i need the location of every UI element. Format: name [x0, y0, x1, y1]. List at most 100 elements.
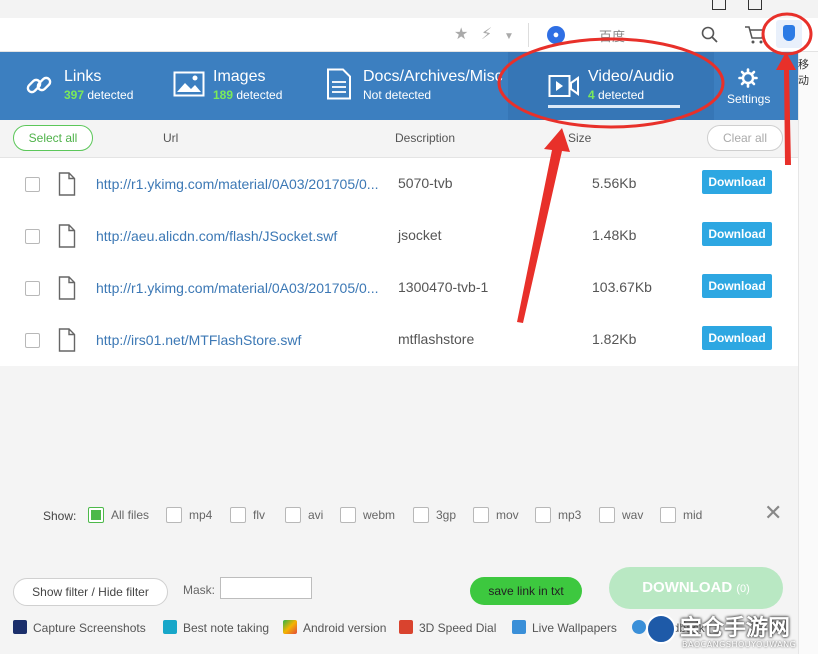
promo-link-label: Android version	[303, 621, 387, 635]
restore-window-icon[interactable]	[712, 0, 726, 10]
promo-link[interactable]: Live Wallpapers	[512, 620, 617, 638]
download-count: (0)	[736, 583, 750, 595]
star-icon[interactable]: ★	[454, 26, 468, 44]
file-url-link[interactable]: http://r1.ykimg.com/material/0A03/201705…	[96, 280, 378, 296]
table-row: http://r1.ykimg.com/material/0A03/201705…	[0, 262, 798, 314]
tab-video-audio[interactable]: Video/Audio 4 detected	[508, 52, 714, 120]
download-all-label: DOWNLOAD	[642, 579, 733, 596]
row-checkbox[interactable]	[25, 281, 40, 296]
show-hide-filter-button[interactable]: Show filter / Hide filter	[13, 578, 168, 606]
select-all-button[interactable]: Select all	[13, 125, 93, 151]
tab-images[interactable]: Images 189 detected	[160, 52, 310, 120]
close-icon[interactable]: ✕	[764, 502, 782, 524]
window-control-icon[interactable]	[748, 0, 762, 10]
row-checkbox[interactable]	[25, 333, 40, 348]
download-all-button[interactable]: DOWNLOAD (0)	[609, 567, 783, 609]
video-icon	[548, 75, 579, 97]
filter-label: flv	[253, 508, 265, 522]
filter-checkbox[interactable]	[166, 507, 182, 523]
tab-links-count-suffix: detected	[84, 88, 134, 102]
search-engine-box[interactable]: ● 百度	[528, 23, 728, 47]
watermark-text: 宝仓手游网	[680, 616, 791, 641]
row-checkbox[interactable]	[25, 177, 40, 192]
search-icon[interactable]	[701, 26, 719, 44]
note-app-icon	[163, 620, 177, 634]
promo-link-label: Capture Screenshots	[33, 621, 146, 635]
file-size: 1.82Kb	[592, 331, 637, 347]
clear-all-button[interactable]: Clear all	[707, 125, 783, 151]
column-header-url: Url	[163, 131, 179, 145]
file-size: 5.56Kb	[592, 175, 637, 191]
filter-checkbox[interactable]	[473, 507, 489, 523]
tab-links-label: Links	[64, 68, 102, 85]
column-header-size: Size	[568, 131, 592, 145]
file-size: 103.67Kb	[592, 279, 652, 295]
file-description: 5070-tvb	[398, 175, 453, 191]
feedback-icon	[632, 620, 646, 634]
filter-checkbox[interactable]	[535, 507, 551, 523]
cart-icon[interactable]	[744, 25, 766, 45]
window-titlebar	[0, 0, 818, 18]
file-url-link[interactable]: http://irs01.net/MTFlashStore.swf	[96, 332, 301, 348]
screen: ★ ⚡ ▼ ● 百度 移动 Links 397 detected Images …	[0, 0, 818, 654]
baidu-paw-icon: ●	[547, 26, 565, 44]
filter-checkbox[interactable]	[413, 507, 429, 523]
downloader-popup: Links 397 detected Images 189 detected D…	[0, 52, 798, 654]
gear-icon[interactable]	[738, 68, 758, 88]
tab-images-count: 189	[213, 88, 234, 102]
download-button[interactable]: Download	[702, 326, 772, 350]
tab-docs[interactable]: Docs/Archives/Misc Not detected	[320, 52, 503, 120]
file-url-link[interactable]: http://r1.ykimg.com/material/0A03/201705…	[96, 176, 378, 192]
watermark: 宝仓手游网 BAOCANGSHOUYOUWANG	[646, 610, 818, 654]
row-checkbox[interactable]	[25, 229, 40, 244]
settings-button[interactable]: Settings	[727, 92, 770, 106]
save-link-txt-button[interactable]: save link in txt	[470, 577, 582, 605]
file-size: 1.48Kb	[592, 227, 637, 243]
file-description: jsocket	[398, 227, 442, 243]
promo-link[interactable]: Capture Screenshots	[13, 620, 146, 638]
file-icon	[58, 224, 76, 248]
downloader-extension-button[interactable]	[776, 20, 802, 48]
tab-images-label: Images	[213, 68, 266, 85]
tab-images-count-suffix: detected	[233, 88, 283, 102]
column-header-description: Description	[395, 131, 456, 145]
filter-label: wav	[622, 508, 644, 522]
filter-label: mp3	[558, 508, 582, 522]
search-engine-name: 百度	[599, 30, 626, 45]
image-icon	[173, 71, 205, 97]
show-label: Show:	[43, 509, 77, 523]
filter-checkbox[interactable]	[230, 507, 246, 523]
speed-dial-icon	[399, 620, 413, 634]
file-icon	[58, 328, 76, 352]
filter-checkbox[interactable]	[88, 507, 104, 523]
mask-input[interactable]	[220, 577, 312, 599]
chevron-down-icon[interactable]: ▼	[504, 28, 514, 46]
tab-docs-label: Docs/Archives/Misc	[363, 68, 503, 85]
download-arrow-icon	[783, 25, 795, 41]
lightning-icon[interactable]: ⚡	[481, 26, 492, 44]
promo-link[interactable]: Best note taking	[163, 620, 269, 638]
download-button[interactable]: Download	[702, 222, 772, 246]
list-header: Select all Url Description Size Clear al…	[0, 120, 798, 158]
active-tab-indicator	[548, 105, 680, 108]
file-icon	[58, 276, 76, 300]
promo-link-label: 3D Speed Dial	[419, 621, 497, 635]
filter-checkbox[interactable]	[660, 507, 676, 523]
watermark-logo-icon	[646, 614, 676, 644]
filter-label: webm	[363, 508, 396, 522]
file-description: 1300470-tvb-1	[398, 279, 489, 295]
category-tabs: Links 397 detected Images 189 detected D…	[0, 52, 798, 120]
download-button[interactable]: Download	[702, 170, 772, 194]
filter-checkbox[interactable]	[599, 507, 615, 523]
filter-label: 3gp	[436, 508, 457, 522]
file-url-link[interactable]: http://aeu.alicdn.com/flash/JSocket.swf	[96, 228, 337, 244]
browser-toolbar: ★ ⚡ ▼ ● 百度	[0, 18, 818, 52]
tab-links[interactable]: Links 397 detected	[0, 52, 150, 120]
promo-link[interactable]: 3D Speed Dial	[399, 620, 496, 638]
table-row: http://aeu.alicdn.com/flash/JSocket.swf …	[0, 210, 798, 262]
filter-checkbox[interactable]	[340, 507, 356, 523]
promo-link[interactable]: Android version	[283, 620, 386, 638]
filter-checkbox[interactable]	[285, 507, 301, 523]
filter-label: mid	[683, 508, 703, 522]
download-button[interactable]: Download	[702, 274, 772, 298]
